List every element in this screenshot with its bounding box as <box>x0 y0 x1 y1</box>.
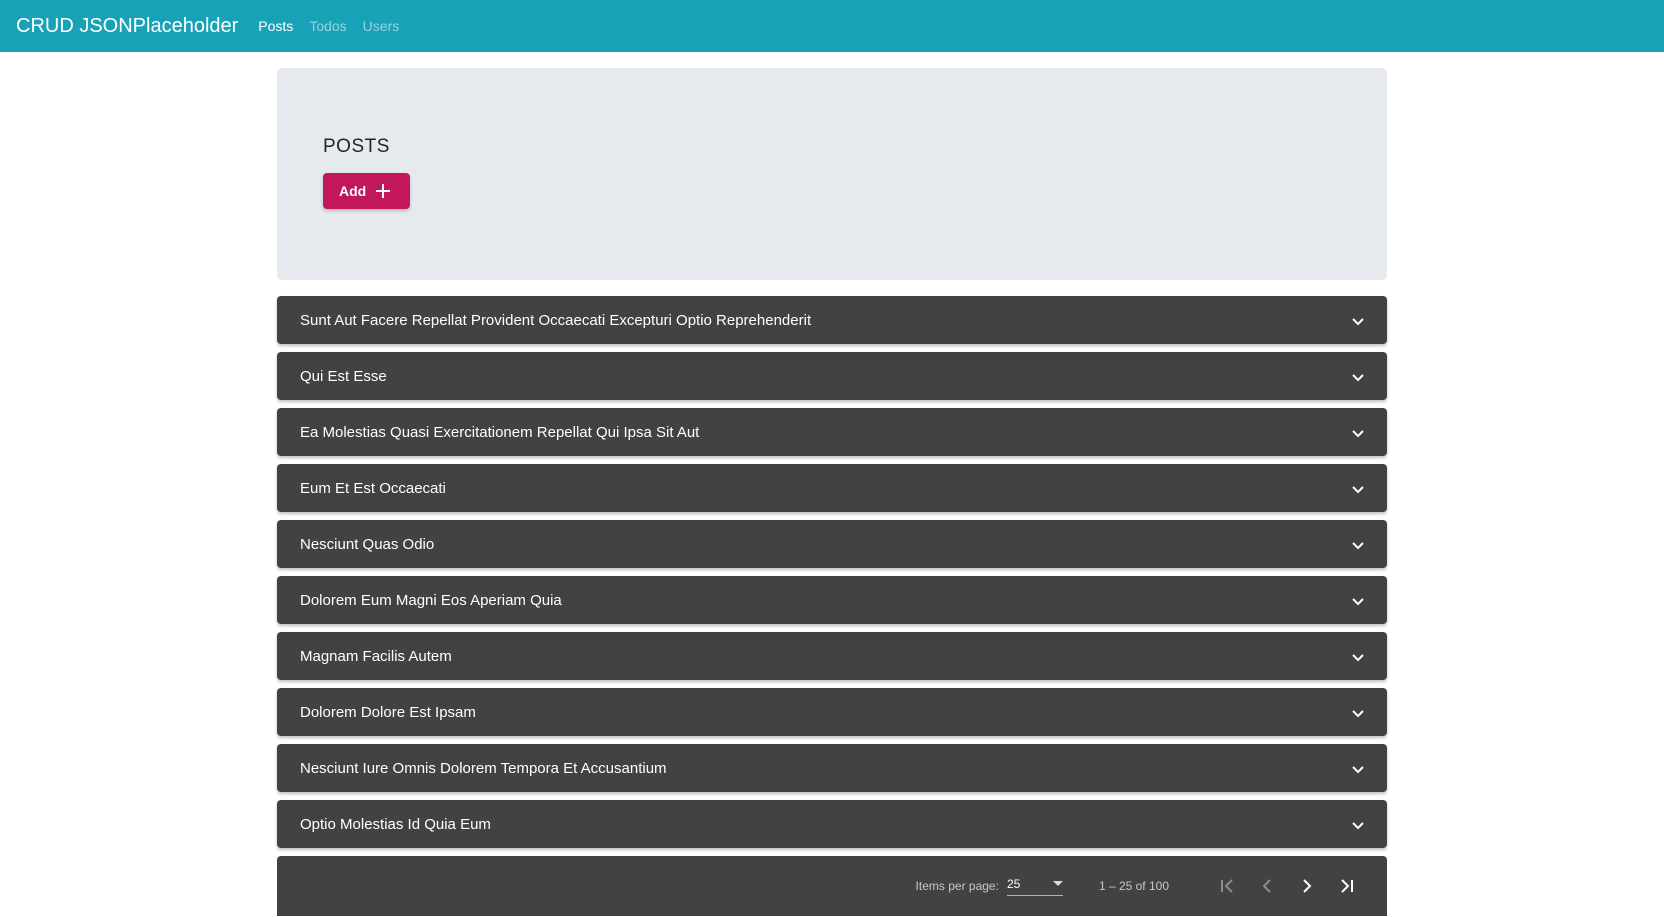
post-title: Ea Molestias Quasi Exercitationem Repell… <box>300 423 700 441</box>
post-title: Dolorem Dolore Est Ipsam <box>300 703 476 721</box>
post-item[interactable]: Ea Molestias Quasi Exercitationem Repell… <box>277 408 1387 456</box>
post-item[interactable]: Dolorem Dolore Est Ipsam <box>277 688 1387 736</box>
add-button-label: Add <box>339 183 367 199</box>
chevron-down-icon <box>1352 486 1364 494</box>
navbar: CRUD JSONPlaceholder Posts Todos Users <box>0 0 1664 52</box>
chevron-down-icon <box>1352 654 1364 662</box>
post-item[interactable]: Sunt Aut Facere Repellat Provident Occae… <box>277 296 1387 344</box>
post-title: Qui Est Esse <box>300 367 387 385</box>
post-item[interactable]: Nesciunt Iure Omnis Dolorem Tempora Et A… <box>277 744 1387 792</box>
post-item[interactable]: Optio Molestias Id Quia Eum <box>277 800 1387 848</box>
range-label: 1 – 25 of 100 <box>1098 879 1169 893</box>
add-post-button[interactable]: Add <box>323 173 411 209</box>
chevron-down-icon <box>1352 766 1364 774</box>
post-item[interactable]: Nesciunt Quas Odio <box>277 520 1387 568</box>
next-page-button[interactable] <box>1287 866 1327 906</box>
nav-link-todos[interactable]: Todos <box>309 18 346 34</box>
post-item[interactable]: Qui Est Esse <box>277 352 1387 400</box>
caret-down-icon <box>1052 881 1063 886</box>
chevron-down-icon <box>1352 710 1364 718</box>
post-item[interactable]: Eum Et Est Occaecati <box>277 464 1387 512</box>
post-item[interactable]: Magnam Facilis Autem <box>277 632 1387 680</box>
post-title: Nesciunt Quas Odio <box>300 535 435 553</box>
previous-page-icon <box>1262 879 1271 893</box>
previous-page-button[interactable] <box>1247 866 1287 906</box>
chevron-down-icon <box>1352 542 1364 550</box>
main-container: POSTS Add Sunt Aut Facere Repellat Provi… <box>277 68 1387 916</box>
chevron-down-icon <box>1352 374 1364 382</box>
post-title: Optio Molestias Id Quia Eum <box>300 815 491 833</box>
post-title: Dolorem Eum Magni Eos Aperiam Quia <box>300 591 562 609</box>
post-title: Eum Et Est Occaecati <box>300 479 446 497</box>
first-page-icon <box>1221 879 1233 893</box>
post-title: Magnam Facilis Autem <box>300 647 452 665</box>
post-title: Nesciunt Iure Omnis Dolorem Tempora Et A… <box>300 759 667 777</box>
paginator: Items per page: 25 1 – 25 of 100 <box>277 856 1387 916</box>
chevron-down-icon <box>1352 598 1364 606</box>
last-page-icon <box>1341 879 1353 893</box>
items-per-page-select[interactable]: 25 <box>1006 876 1063 896</box>
posts-header: POSTS Add <box>277 68 1387 280</box>
next-page-icon <box>1303 879 1312 893</box>
items-per-page-value: 25 <box>1006 876 1021 891</box>
plus-icon <box>376 184 391 198</box>
chevron-down-icon <box>1352 430 1364 438</box>
post-list: Sunt Aut Facere Repellat Provident Occae… <box>277 296 1387 848</box>
chevron-down-icon <box>1352 318 1364 326</box>
nav-link-users[interactable]: Users <box>363 18 400 34</box>
post-title: Sunt Aut Facere Repellat Provident Occae… <box>300 311 812 329</box>
items-per-page-label: Items per page: <box>915 879 999 893</box>
post-item[interactable]: Dolorem Eum Magni Eos Aperiam Quia <box>277 576 1387 624</box>
first-page-button[interactable] <box>1207 866 1247 906</box>
page-title: POSTS <box>323 136 390 157</box>
last-page-button[interactable] <box>1327 866 1367 906</box>
nav-link-posts[interactable]: Posts <box>258 18 293 34</box>
brand-link[interactable]: CRUD JSONPlaceholder <box>16 15 238 38</box>
chevron-down-icon <box>1352 822 1364 830</box>
